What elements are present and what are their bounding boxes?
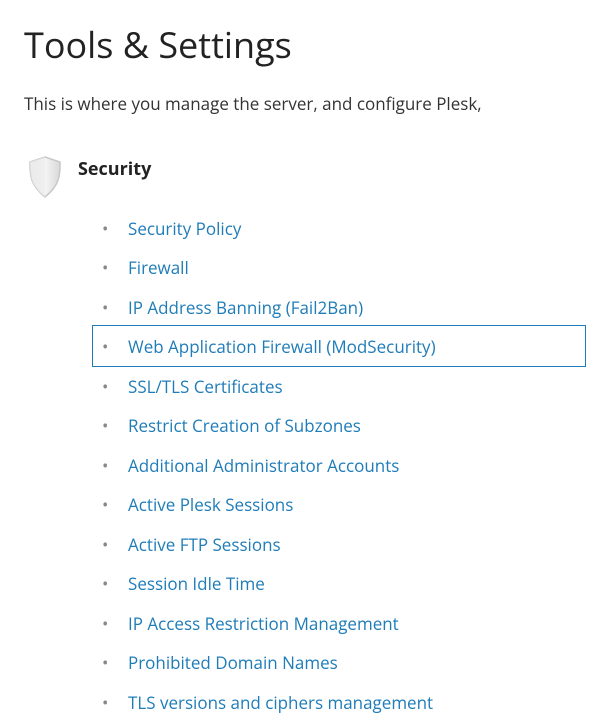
section-title: Security [78, 153, 151, 181]
list-item: Prohibited Domain Names [102, 643, 600, 683]
link-restrict-creation-subzones[interactable]: Restrict Creation of Subzones [128, 414, 361, 437]
page-description: This is where you manage the server, and… [24, 91, 600, 117]
link-ip-address-banning[interactable]: IP Address Banning (Fail2Ban) [128, 296, 363, 319]
list-item: Firewall [102, 248, 600, 288]
link-ssl-tls-certificates[interactable]: SSL/TLS Certificates [128, 375, 283, 398]
list-item: Session Idle Time [102, 564, 600, 604]
list-item: TLS versions and ciphers management [102, 683, 600, 722]
page-title: Tools & Settings [24, 20, 600, 69]
link-active-ftp-sessions[interactable]: Active FTP Sessions [128, 533, 281, 556]
link-security-policy[interactable]: Security Policy [128, 217, 241, 240]
security-section: Security Security Policy Firewall IP Add… [24, 153, 600, 722]
list-item: Active Plesk Sessions [102, 485, 600, 525]
link-prohibited-domain-names[interactable]: Prohibited Domain Names [128, 651, 338, 674]
link-firewall[interactable]: Firewall [128, 256, 189, 279]
list-item: IP Access Restriction Management [102, 604, 600, 644]
list-item: Restrict Creation of Subzones [102, 406, 600, 446]
link-web-application-firewall[interactable]: Web Application Firewall (ModSecurity) [128, 335, 436, 358]
shield-icon [24, 153, 66, 199]
link-tls-versions-ciphers[interactable]: TLS versions and ciphers management [128, 691, 433, 714]
link-session-idle-time[interactable]: Session Idle Time [128, 572, 265, 595]
list-item: SSL/TLS Certificates [102, 367, 600, 407]
list-item: IP Address Banning (Fail2Ban) [102, 288, 600, 328]
security-link-list: Security Policy Firewall IP Address Bann… [24, 209, 600, 722]
list-item: Security Policy [102, 209, 600, 249]
link-active-plesk-sessions[interactable]: Active Plesk Sessions [128, 493, 293, 516]
link-ip-access-restriction[interactable]: IP Access Restriction Management [128, 612, 399, 635]
section-header: Security [24, 153, 600, 199]
list-item: Additional Administrator Accounts [102, 446, 600, 486]
list-item: Web Application Firewall (ModSecurity) [102, 327, 600, 367]
link-additional-admin-accounts[interactable]: Additional Administrator Accounts [128, 454, 399, 477]
list-item: Active FTP Sessions [102, 525, 600, 565]
